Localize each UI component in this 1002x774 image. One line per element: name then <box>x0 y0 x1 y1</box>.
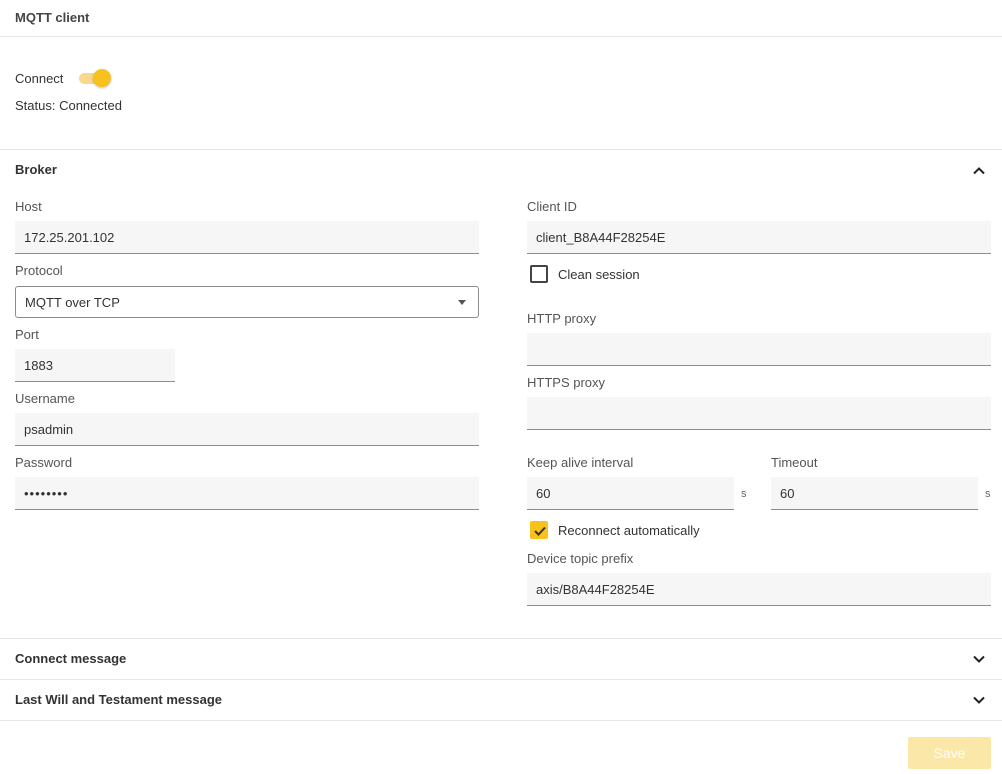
topic-prefix-input[interactable] <box>527 573 991 606</box>
save-button[interactable]: Save <box>908 737 991 769</box>
divider <box>0 720 1002 721</box>
chevron-down-icon[interactable] <box>972 693 986 707</box>
username-input[interactable] <box>15 413 479 446</box>
protocol-selected-value: MQTT over TCP <box>25 294 120 310</box>
clean-session-checkbox[interactable] <box>530 265 548 283</box>
connect-message-section-title[interactable]: Connect message <box>15 651 126 666</box>
connect-label: Connect <box>15 70 64 86</box>
protocol-select[interactable]: MQTT over TCP <box>15 286 479 318</box>
client-id-input[interactable] <box>527 221 991 254</box>
caret-down-icon <box>458 300 466 305</box>
keep-alive-input[interactable] <box>527 477 734 510</box>
broker-section-title[interactable]: Broker <box>15 162 57 177</box>
reconnect-label: Reconnect automatically <box>558 523 700 538</box>
connection-status: Status: Connected <box>15 98 122 113</box>
http-proxy-label: HTTP proxy <box>527 311 597 326</box>
timeout-unit: s <box>985 488 991 500</box>
http-proxy-input[interactable] <box>527 333 991 366</box>
host-label: Host <box>15 199 42 214</box>
password-label: Password <box>15 455 73 470</box>
topic-prefix-label: Device topic prefix <box>527 551 634 566</box>
keep-alive-unit: s <box>741 488 747 500</box>
divider <box>0 638 1002 639</box>
connect-toggle[interactable] <box>77 69 112 87</box>
connect-row: Connect <box>15 69 112 87</box>
keep-alive-label: Keep alive interval <box>527 455 634 470</box>
port-input[interactable] <box>15 349 175 382</box>
divider <box>0 679 1002 680</box>
password-input[interactable] <box>15 477 479 510</box>
timeout-input[interactable] <box>771 477 978 510</box>
username-label: Username <box>15 391 75 406</box>
reconnect-checkbox[interactable] <box>530 521 548 539</box>
divider <box>0 36 1002 37</box>
lwt-message-section-title[interactable]: Last Will and Testament message <box>15 692 222 707</box>
chevron-down-icon[interactable] <box>972 652 986 666</box>
page-title: MQTT client <box>15 10 90 25</box>
protocol-label: Protocol <box>15 263 63 278</box>
port-label: Port <box>15 327 39 342</box>
host-input[interactable] <box>15 221 479 254</box>
https-proxy-label: HTTPS proxy <box>527 375 606 390</box>
mqtt-client-page: MQTT client Connect Status: Connected Br… <box>0 0 1002 774</box>
timeout-label: Timeout <box>771 455 818 470</box>
toggle-knob <box>93 69 112 87</box>
divider <box>0 149 1002 150</box>
client-id-label: Client ID <box>527 199 577 214</box>
chevron-up-icon[interactable] <box>972 164 986 178</box>
https-proxy-input[interactable] <box>527 397 991 430</box>
check-icon <box>534 526 546 536</box>
clean-session-label: Clean session <box>558 267 640 282</box>
